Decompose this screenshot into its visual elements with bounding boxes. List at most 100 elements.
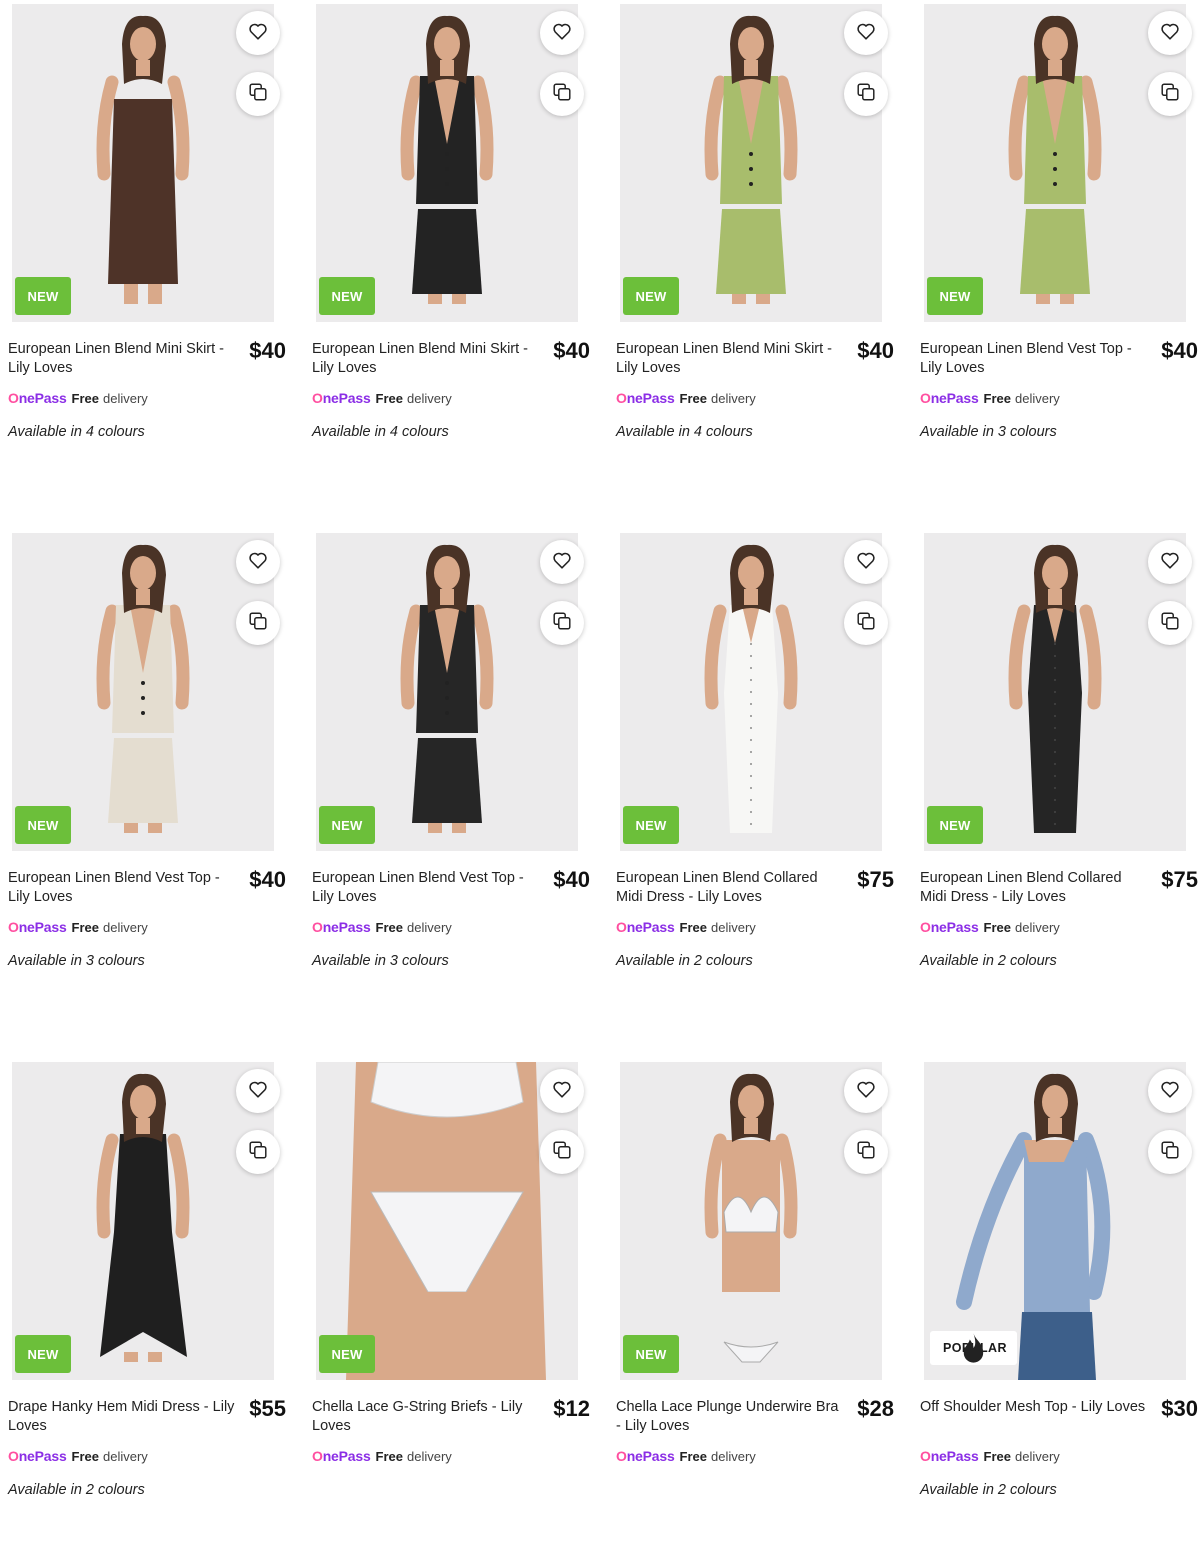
delivery-label: delivery bbox=[1015, 390, 1060, 406]
product-image[interactable]: NEW bbox=[620, 1062, 882, 1380]
product-title[interactable]: European Linen Blend Collared Midi Dress… bbox=[616, 869, 844, 906]
free-label: Free bbox=[71, 1448, 100, 1464]
product-card[interactable]: NEW European Linen Blend Vest Top - Lily… bbox=[912, 0, 1200, 500]
product-card[interactable]: POPULAR Off Shoulder Mesh Top - Lily Lov… bbox=[912, 1058, 1200, 1558]
product-price: $12 bbox=[553, 1396, 590, 1421]
colour-count: Available in 4 colours bbox=[616, 424, 753, 440]
product-image[interactable]: NEW bbox=[12, 4, 274, 322]
compare-button[interactable] bbox=[844, 72, 888, 116]
product-photo bbox=[924, 533, 1186, 851]
compare-button[interactable] bbox=[540, 72, 584, 116]
product-card[interactable]: NEW European Linen Blend Mini Skirt - Li… bbox=[608, 0, 898, 500]
product-title[interactable]: Drape Hanky Hem Midi Dress - Lily Loves bbox=[8, 1398, 236, 1435]
product-price: $40 bbox=[553, 338, 590, 363]
product-card[interactable]: NEW Drape Hanky Hem Midi Dress - Lily Lo… bbox=[0, 1058, 290, 1558]
product-title[interactable]: Off Shoulder Mesh Top - Lily Loves bbox=[920, 1398, 1148, 1417]
product-image[interactable]: NEW bbox=[316, 533, 578, 851]
product-image[interactable]: NEW bbox=[924, 533, 1186, 851]
favourite-button[interactable] bbox=[236, 1069, 280, 1113]
compare-button[interactable] bbox=[236, 601, 280, 645]
favourite-button[interactable] bbox=[236, 540, 280, 584]
product-card[interactable]: NEW Chella Lace G-String Briefs - Lily L… bbox=[304, 1058, 594, 1558]
compare-squares-icon bbox=[1159, 610, 1181, 637]
delivery-info: OnePass Free delivery bbox=[312, 390, 452, 406]
product-title[interactable]: European Linen Blend Vest Top - Lily Lov… bbox=[8, 869, 236, 906]
product-price: $40 bbox=[249, 867, 286, 892]
delivery-label: delivery bbox=[103, 919, 148, 935]
delivery-info: OnePass Free delivery bbox=[616, 390, 756, 406]
compare-squares-icon bbox=[551, 1139, 573, 1166]
favourite-button[interactable] bbox=[1148, 1069, 1192, 1113]
product-card[interactable]: NEW European Linen Blend Collared Midi D… bbox=[912, 529, 1200, 1029]
compare-button[interactable] bbox=[1148, 1130, 1192, 1174]
delivery-label: delivery bbox=[103, 1448, 148, 1464]
favourite-button[interactable] bbox=[1148, 11, 1192, 55]
compare-button[interactable] bbox=[236, 72, 280, 116]
favourite-button[interactable] bbox=[844, 1069, 888, 1113]
favourite-button[interactable] bbox=[844, 540, 888, 584]
colour-count: Available in 3 colours bbox=[312, 953, 449, 969]
favourite-button[interactable] bbox=[844, 11, 888, 55]
onepass-logo: OnePass bbox=[312, 390, 371, 406]
heart-outline-icon bbox=[855, 549, 877, 576]
favourite-button[interactable] bbox=[236, 11, 280, 55]
compare-button[interactable] bbox=[844, 601, 888, 645]
product-image[interactable]: POPULAR bbox=[924, 1062, 1186, 1380]
favourite-button[interactable] bbox=[540, 540, 584, 584]
compare-button[interactable] bbox=[844, 1130, 888, 1174]
product-title[interactable]: European Linen Blend Mini Skirt - Lily L… bbox=[312, 340, 540, 377]
delivery-label: delivery bbox=[1015, 919, 1060, 935]
heart-outline-icon bbox=[247, 20, 269, 47]
colour-count: Available in 3 colours bbox=[8, 953, 145, 969]
product-image[interactable]: NEW bbox=[12, 1062, 274, 1380]
delivery-label: delivery bbox=[711, 919, 756, 935]
product-image[interactable]: NEW bbox=[316, 4, 578, 322]
onepass-logo: OnePass bbox=[616, 390, 675, 406]
delivery-label: delivery bbox=[711, 1448, 756, 1464]
product-title[interactable]: European Linen Blend Vest Top - Lily Lov… bbox=[312, 869, 540, 906]
compare-squares-icon bbox=[247, 1139, 269, 1166]
compare-squares-icon bbox=[1159, 1139, 1181, 1166]
product-card[interactable]: NEW European Linen Blend Vest Top - Lily… bbox=[304, 529, 594, 1029]
product-price: $75 bbox=[857, 867, 894, 892]
product-price: $30 bbox=[1161, 1396, 1198, 1421]
product-title[interactable]: European Linen Blend Collared Midi Dress… bbox=[920, 869, 1148, 906]
product-card[interactable]: NEW European Linen Blend Collared Midi D… bbox=[608, 529, 898, 1029]
product-card[interactable]: NEW European Linen Blend Vest Top - Lily… bbox=[0, 529, 290, 1029]
product-grid: NEW European Linen Blend Mini Skirt - Li… bbox=[0, 0, 1200, 1498]
compare-button[interactable] bbox=[236, 1130, 280, 1174]
product-title[interactable]: European Linen Blend Vest Top - Lily Lov… bbox=[920, 340, 1148, 377]
favourite-button[interactable] bbox=[540, 11, 584, 55]
free-label: Free bbox=[375, 1448, 404, 1464]
product-image[interactable]: NEW bbox=[924, 4, 1186, 322]
product-title[interactable]: European Linen Blend Mini Skirt - Lily L… bbox=[616, 340, 844, 377]
product-card[interactable]: NEW European Linen Blend Mini Skirt - Li… bbox=[0, 0, 290, 500]
product-card[interactable]: NEW European Linen Blend Mini Skirt - Li… bbox=[304, 0, 594, 500]
product-title[interactable]: Chella Lace Plunge Underwire Bra - Lily … bbox=[616, 1398, 844, 1435]
colour-count: Available in 4 colours bbox=[312, 424, 449, 440]
delivery-label: delivery bbox=[1015, 1448, 1060, 1464]
compare-squares-icon bbox=[551, 610, 573, 637]
heart-outline-icon bbox=[551, 549, 573, 576]
product-image[interactable]: NEW bbox=[620, 4, 882, 322]
new-badge: NEW bbox=[927, 806, 983, 844]
product-price: $55 bbox=[249, 1396, 286, 1421]
new-badge: NEW bbox=[623, 806, 679, 844]
product-title[interactable]: European Linen Blend Mini Skirt - Lily L… bbox=[8, 340, 236, 377]
onepass-logo: OnePass bbox=[8, 1448, 67, 1464]
colour-count: Available in 4 colours bbox=[8, 424, 145, 440]
favourite-button[interactable] bbox=[1148, 540, 1192, 584]
product-title[interactable]: Chella Lace G-String Briefs - Lily Loves bbox=[312, 1398, 540, 1435]
product-card[interactable]: NEW Chella Lace Plunge Underwire Bra - L… bbox=[608, 1058, 898, 1558]
compare-button[interactable] bbox=[540, 1130, 584, 1174]
product-photo bbox=[12, 4, 274, 322]
favourite-button[interactable] bbox=[540, 1069, 584, 1113]
product-image[interactable]: NEW bbox=[12, 533, 274, 851]
compare-button[interactable] bbox=[540, 601, 584, 645]
delivery-info: OnePass Free delivery bbox=[920, 390, 1060, 406]
compare-button[interactable] bbox=[1148, 72, 1192, 116]
compare-button[interactable] bbox=[1148, 601, 1192, 645]
heart-outline-icon bbox=[855, 1078, 877, 1105]
product-image[interactable]: NEW bbox=[620, 533, 882, 851]
product-image[interactable]: NEW bbox=[316, 1062, 578, 1380]
